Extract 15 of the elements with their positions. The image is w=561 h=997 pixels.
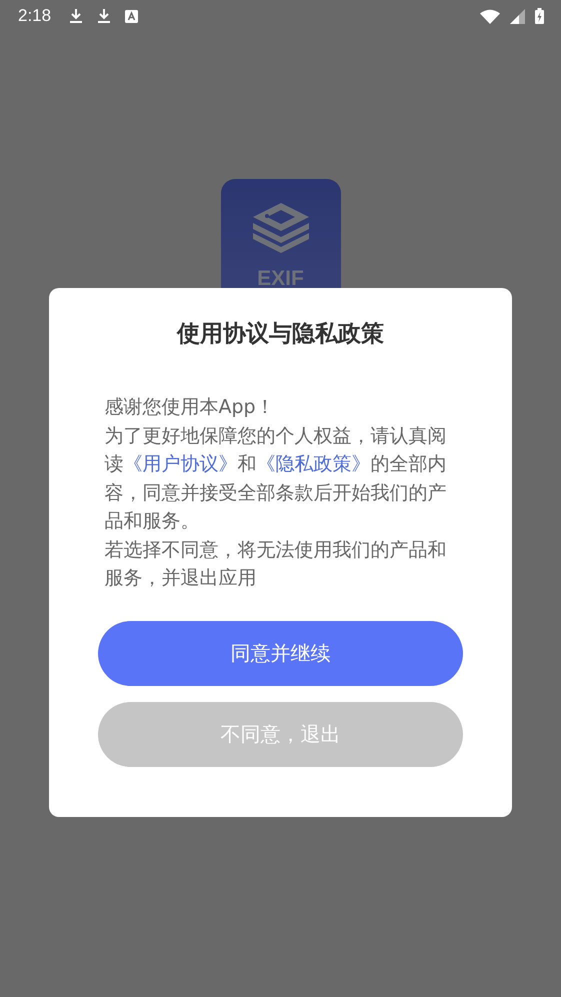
signal-icon <box>510 8 525 24</box>
wifi-icon <box>480 8 500 24</box>
policy-link[interactable]: 《用户协议》 <box>124 453 238 475</box>
battery-icon <box>535 8 544 24</box>
download-icon <box>69 8 84 24</box>
app-name: EXIF <box>257 267 304 291</box>
dialog-title: 使用协议与隐私政策 <box>177 320 384 349</box>
status-time: 2:18 <box>18 6 52 26</box>
paragraph: 若选择不同意，将无法使用我们的产品和服务，并退出应用 <box>104 538 448 591</box>
download-icon <box>97 8 112 24</box>
agree-button[interactable]: 同意并继续 <box>98 620 463 686</box>
font-icon <box>125 10 138 22</box>
policy-link[interactable]: 《隐私政策》 <box>256 453 370 475</box>
paragraph: 为了更好地保障您的个人权益，请认真阅读《用户协议》和《隐私政策》的全部内容，同意并接受全部条款后开始我们的产品和服务。 <box>104 424 448 534</box>
paragraph: 感谢您使用本App！ <box>104 395 276 420</box>
